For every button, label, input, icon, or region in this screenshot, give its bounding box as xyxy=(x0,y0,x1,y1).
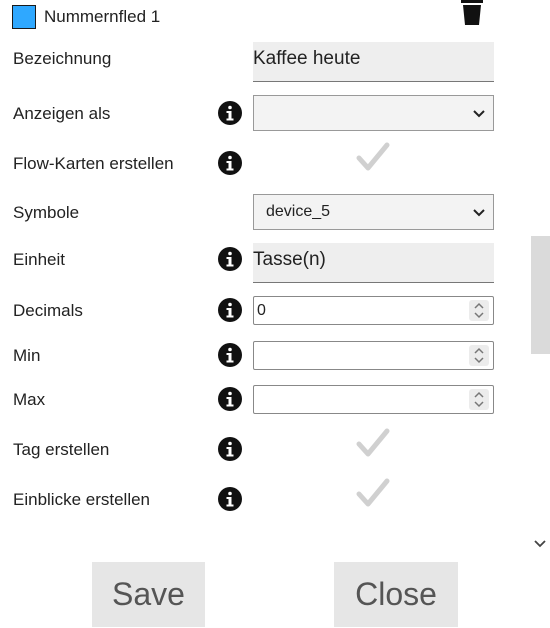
info-icon[interactable] xyxy=(218,101,242,125)
scrollbar-thumb[interactable] xyxy=(531,236,550,354)
bezeichnung-label: Bezeichnung xyxy=(13,49,112,68)
anzeigen-als-label: Anzeigen als xyxy=(13,104,111,123)
chevron-down-icon xyxy=(473,110,485,118)
info-icon[interactable] xyxy=(218,247,242,271)
symbole-label: Symbole xyxy=(13,203,80,222)
symbole-value: device_5 xyxy=(266,203,331,220)
scroll-down-icon[interactable] xyxy=(533,537,547,551)
tag-erstellen-label: Tag erstellen xyxy=(13,440,110,459)
tag-erstellen-checkbox[interactable] xyxy=(356,427,390,459)
flow-karten-label: Flow-Karten erstellen xyxy=(13,154,174,173)
stepper-icon[interactable] xyxy=(469,300,489,321)
info-icon[interactable] xyxy=(218,298,242,322)
stepper-icon[interactable] xyxy=(469,345,489,366)
info-icon[interactable] xyxy=(218,437,242,461)
einheit-label: Einheit xyxy=(13,250,65,269)
decimals-input[interactable]: 0 xyxy=(253,296,494,325)
info-icon[interactable] xyxy=(218,151,242,175)
info-icon[interactable] xyxy=(218,487,242,511)
field-header: Nummernfled 1 xyxy=(12,4,160,30)
bezeichnung-input[interactable]: Kaffee heute xyxy=(253,42,494,82)
close-button[interactable]: Close xyxy=(334,562,458,627)
max-label: Max xyxy=(13,390,46,409)
decimals-value: 0 xyxy=(257,302,266,319)
save-button[interactable]: Save xyxy=(92,562,205,627)
field-title: Nummernfled 1 xyxy=(44,7,161,26)
max-input[interactable] xyxy=(253,385,494,414)
einblicke-checkbox[interactable] xyxy=(356,477,390,509)
color-swatch[interactable] xyxy=(12,5,36,29)
info-icon[interactable] xyxy=(218,387,242,411)
flow-karten-checkbox[interactable] xyxy=(356,141,390,173)
chevron-down-icon xyxy=(473,209,485,217)
min-label: Min xyxy=(13,346,41,365)
min-input[interactable] xyxy=(253,341,494,370)
einheit-input[interactable]: Tasse(n) xyxy=(253,243,494,283)
stepper-icon[interactable] xyxy=(469,389,489,410)
einblicke-label: Einblicke erstellen xyxy=(13,490,151,509)
symbole-select[interactable]: device_5 xyxy=(253,194,494,230)
anzeigen-als-select[interactable] xyxy=(253,95,494,131)
trash-icon[interactable] xyxy=(460,0,484,26)
decimals-label: Decimals xyxy=(13,301,83,320)
settings-panel: Nummernfled 1 Bezeichnung Kaffee heute A… xyxy=(0,0,528,555)
info-icon[interactable] xyxy=(218,343,242,367)
